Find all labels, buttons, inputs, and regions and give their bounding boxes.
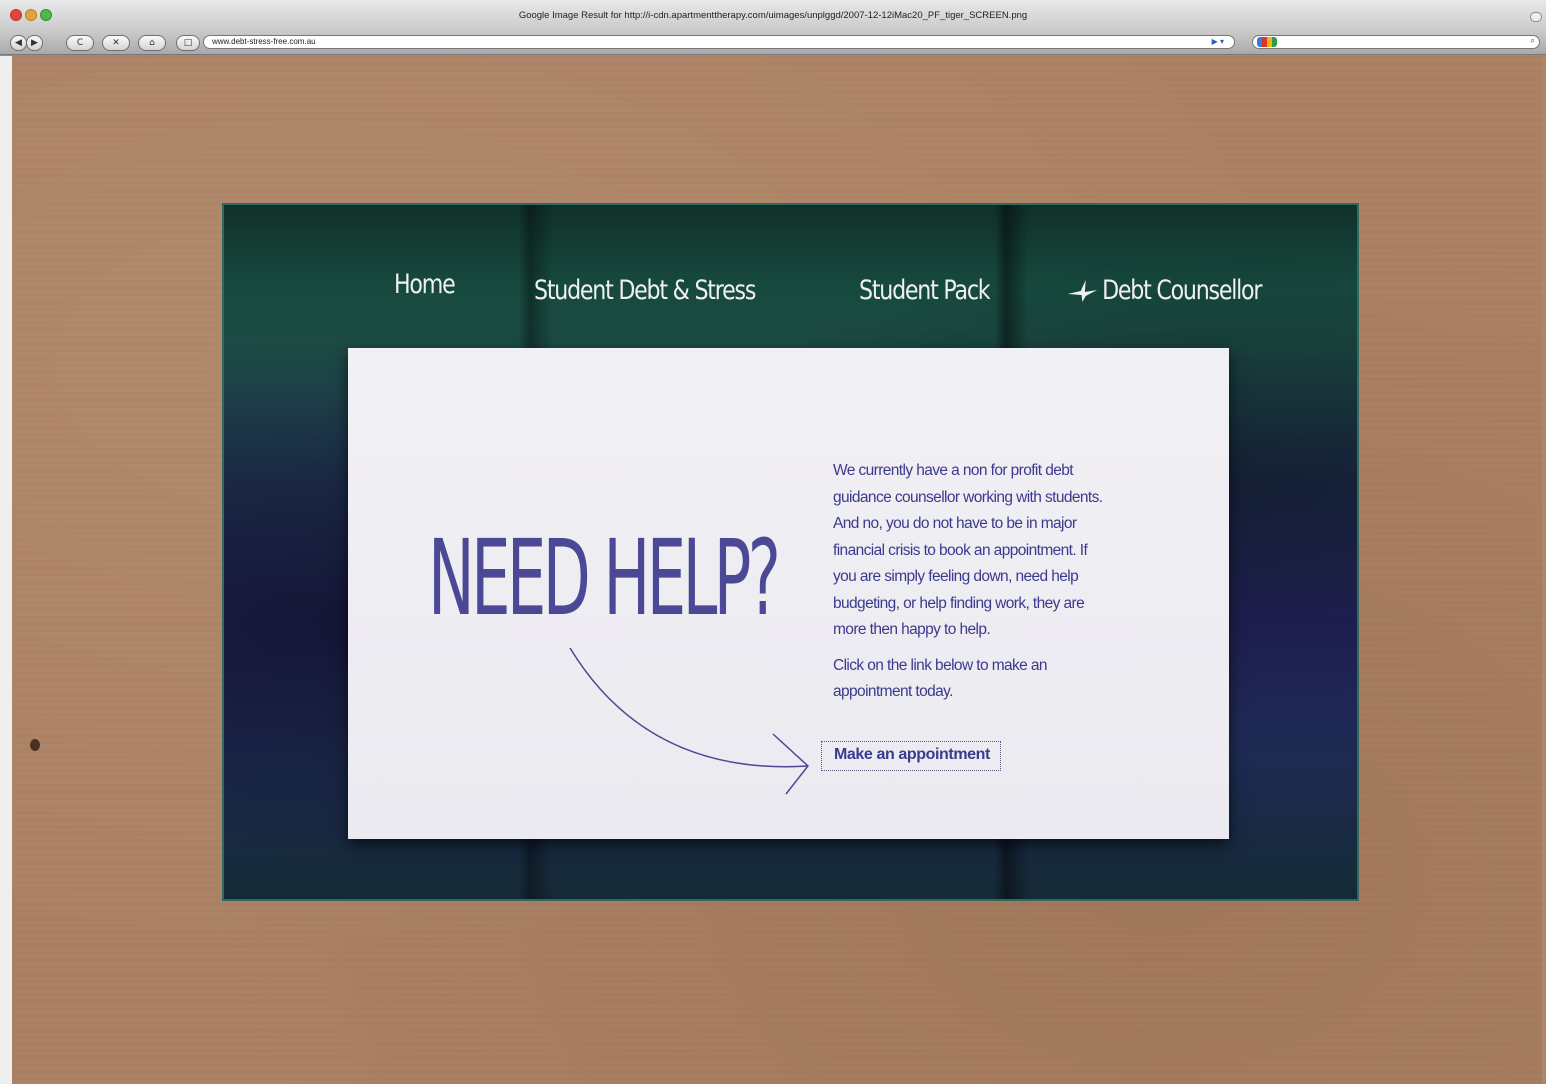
appointment-prompt: Click on the link below to make an appoi… (833, 656, 1048, 701)
google-logo-icon[interactable] (1257, 37, 1277, 47)
address-bar[interactable]: www.debt-stress-free.com.au ▶ ▾ (203, 35, 1235, 49)
paper-crane-icon (1067, 279, 1098, 302)
description-text: We currently have a non for profit debt … (833, 458, 1108, 715)
nav-debt-counsellor[interactable]: Debt Counsellor (1066, 275, 1262, 306)
rss-icon[interactable]: ▶ ▾ (1212, 37, 1224, 46)
nav-debt-counsellor-label: Debt Counsellor (1102, 275, 1262, 306)
browser-window: Google Image Result for http://i-cdn.apa… (0, 0, 1546, 1084)
reload-button[interactable]: C (66, 35, 94, 51)
forward-button[interactable]: ▶ (26, 35, 43, 51)
hand-drawn-arrow-icon (569, 647, 810, 795)
forward-arrow-icon: ▶ (31, 38, 38, 48)
window-title: Google Image Result for http://i-cdn.apa… (518, 10, 1028, 21)
add-bookmark-button[interactable]: □ (176, 35, 200, 51)
nav-student-pack[interactable]: Student Pack (859, 275, 991, 306)
window-edge (0, 56, 12, 1084)
cardboard-stain (30, 739, 40, 751)
browser-toolbar: ◀ ▶ C ✕ ⌂ □ www.debt-stress-free.com.au … (0, 32, 1546, 55)
back-arrow-icon: ◀ (15, 38, 22, 48)
toolbar-toggle-button[interactable] (1530, 12, 1542, 22)
back-button[interactable]: ◀ (10, 35, 27, 51)
make-appointment-link[interactable]: Make an appointment (821, 741, 1001, 771)
home-icon: ⌂ (149, 38, 155, 48)
hero-panel: Home Student Debt & Stress Student Pack … (222, 203, 1359, 901)
search-field[interactable]: ⌕ (1252, 35, 1540, 49)
url-text: www.debt-stress-free.com.au (212, 37, 316, 46)
page-viewport: Home Student Debt & Stress Student Pack … (12, 56, 1542, 1084)
home-button[interactable]: ⌂ (138, 35, 166, 51)
nav-student-debt-stress[interactable]: Student Debt & Stress (534, 275, 756, 306)
reload-icon: C (76, 38, 84, 48)
search-input[interactable] (1283, 36, 1513, 48)
bookmark-icon: □ (183, 38, 193, 48)
stop-icon: ✕ (112, 38, 120, 48)
need-help-headline: NEED HELP? (428, 517, 781, 639)
magnifier-icon[interactable]: ⌕ (1531, 36, 1535, 46)
stop-button[interactable]: ✕ (102, 35, 130, 51)
nav-home[interactable]: Home (394, 269, 456, 300)
description-paragraph: We currently have a non for profit debt … (833, 462, 1103, 638)
info-card: NEED HELP? We currently have a non for p… (348, 348, 1229, 839)
title-bar: Google Image Result for http://i-cdn.apa… (0, 0, 1546, 32)
